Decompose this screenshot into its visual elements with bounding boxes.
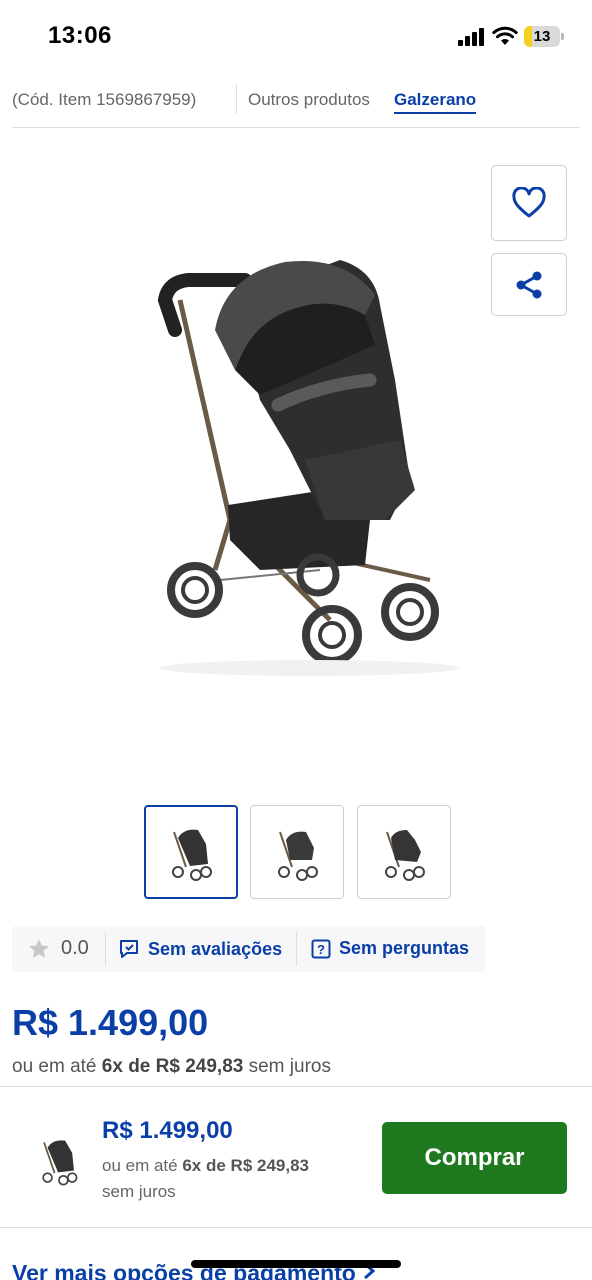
- buy-button[interactable]: Comprar: [382, 1122, 567, 1194]
- installments-value: 6x de R$ 249,83: [101, 1056, 244, 1077]
- reviews-link[interactable]: Sem avaliações: [118, 938, 282, 960]
- questions-link[interactable]: ? Sem perguntas: [311, 938, 469, 959]
- svg-text:?: ?: [317, 942, 325, 957]
- questions-label: Sem perguntas: [339, 938, 470, 958]
- divider: [296, 932, 297, 966]
- home-indicator[interactable]: [191, 1260, 401, 1268]
- status-time: 13:06: [48, 22, 112, 49]
- heart-icon: [512, 187, 546, 218]
- thumbnail-1[interactable]: [144, 805, 238, 899]
- product-price: R$ 1.499,00: [12, 1002, 209, 1043]
- installments-text: ou em até 6x de R$ 249,83 sem juros: [12, 1056, 331, 1078]
- share-icon: [516, 271, 542, 298]
- buy-bar-price: R$ 1.499,00: [102, 1117, 233, 1144]
- brand-link[interactable]: Galzerano: [394, 90, 477, 114]
- installments-prefix: ou em até: [12, 1056, 97, 1077]
- thumbnail-image: [172, 829, 212, 881]
- buy-bar: R$ 1.499,00 ou em até 6x de R$ 249,83 se…: [0, 1086, 592, 1228]
- installments-suffix: sem juros: [248, 1056, 331, 1077]
- thumbnail-image: [385, 830, 425, 881]
- wifi-icon: [492, 26, 518, 45]
- buy-bar-thumbnail: [26, 1127, 92, 1193]
- buy-bar-product-image: [42, 1140, 78, 1186]
- divider: [236, 84, 237, 114]
- battery-level: 13: [533, 28, 551, 45]
- item-info-row: (Cód. Item 1569867959) Outros produtos G…: [12, 84, 580, 128]
- share-button[interactable]: [491, 253, 567, 316]
- question-icon: ?: [311, 939, 331, 958]
- battery-icon: 13: [524, 26, 564, 47]
- review-icon: [120, 940, 138, 958]
- item-code: (Cód. Item 1569867959): [12, 90, 197, 109]
- rating-value: 0.0: [61, 937, 89, 959]
- divider: [105, 932, 106, 966]
- reviews-label: Sem avaliações: [148, 938, 283, 959]
- buy-bar-inst-prefix: ou em até: [102, 1156, 178, 1175]
- signal-icon: [458, 28, 486, 46]
- star-icon: [29, 939, 49, 958]
- rating-row: 0.0 Sem avaliações ? Sem perguntas: [12, 926, 486, 972]
- other-products-label: Outros produtos: [248, 90, 370, 109]
- buy-bar-inst-value: 6x de R$ 249,83: [182, 1156, 309, 1175]
- buy-bar-inst-suffix: sem juros: [102, 1182, 176, 1201]
- thumbnail-3[interactable]: [357, 805, 451, 899]
- status-bar: 13:06 13: [0, 0, 592, 76]
- product-image[interactable]: [100, 220, 500, 700]
- buy-bar-installments: ou em até 6x de R$ 249,83 sem juros: [102, 1153, 352, 1205]
- favorite-button[interactable]: [491, 165, 567, 241]
- thumbnail-image: [278, 831, 318, 881]
- thumbnail-2[interactable]: [250, 805, 344, 899]
